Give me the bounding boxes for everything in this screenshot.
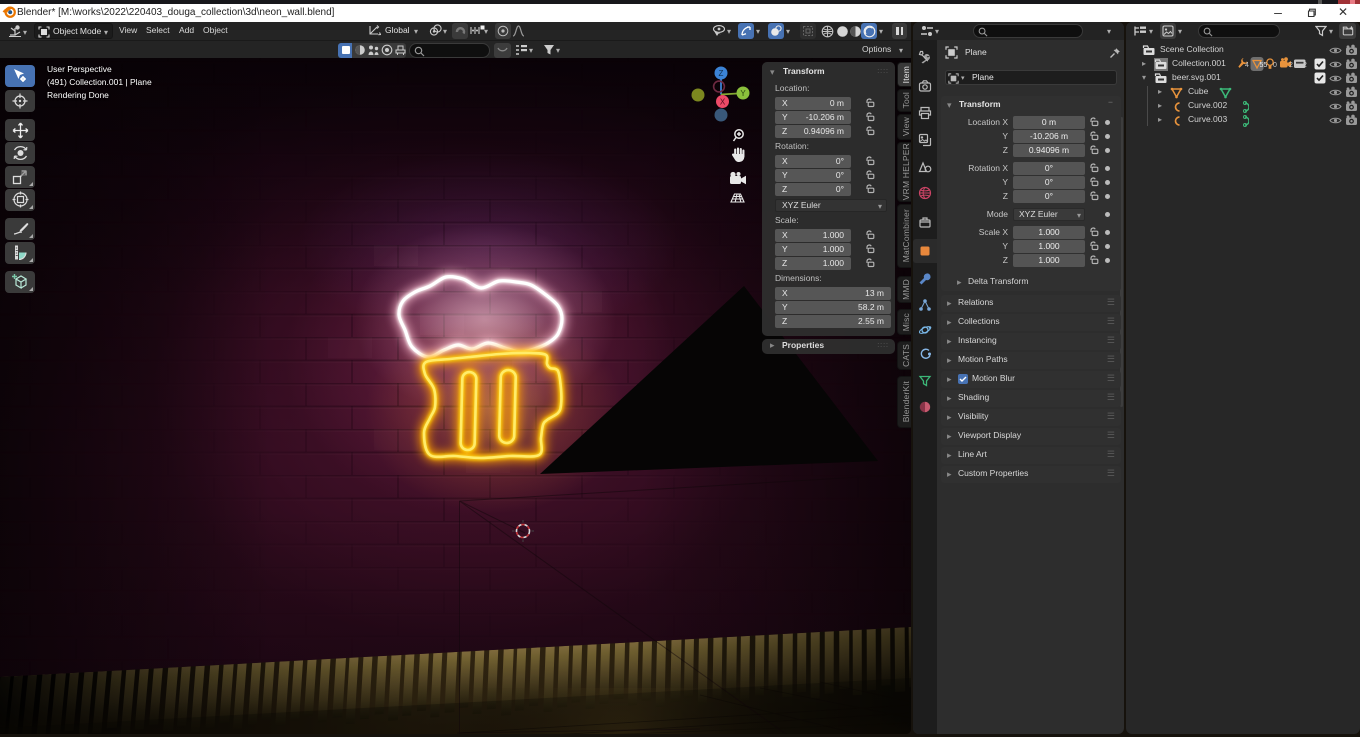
svg-text:Y: Y: [740, 89, 746, 98]
svg-text:Z: Z: [719, 69, 724, 78]
svg-text:X: X: [720, 98, 726, 107]
